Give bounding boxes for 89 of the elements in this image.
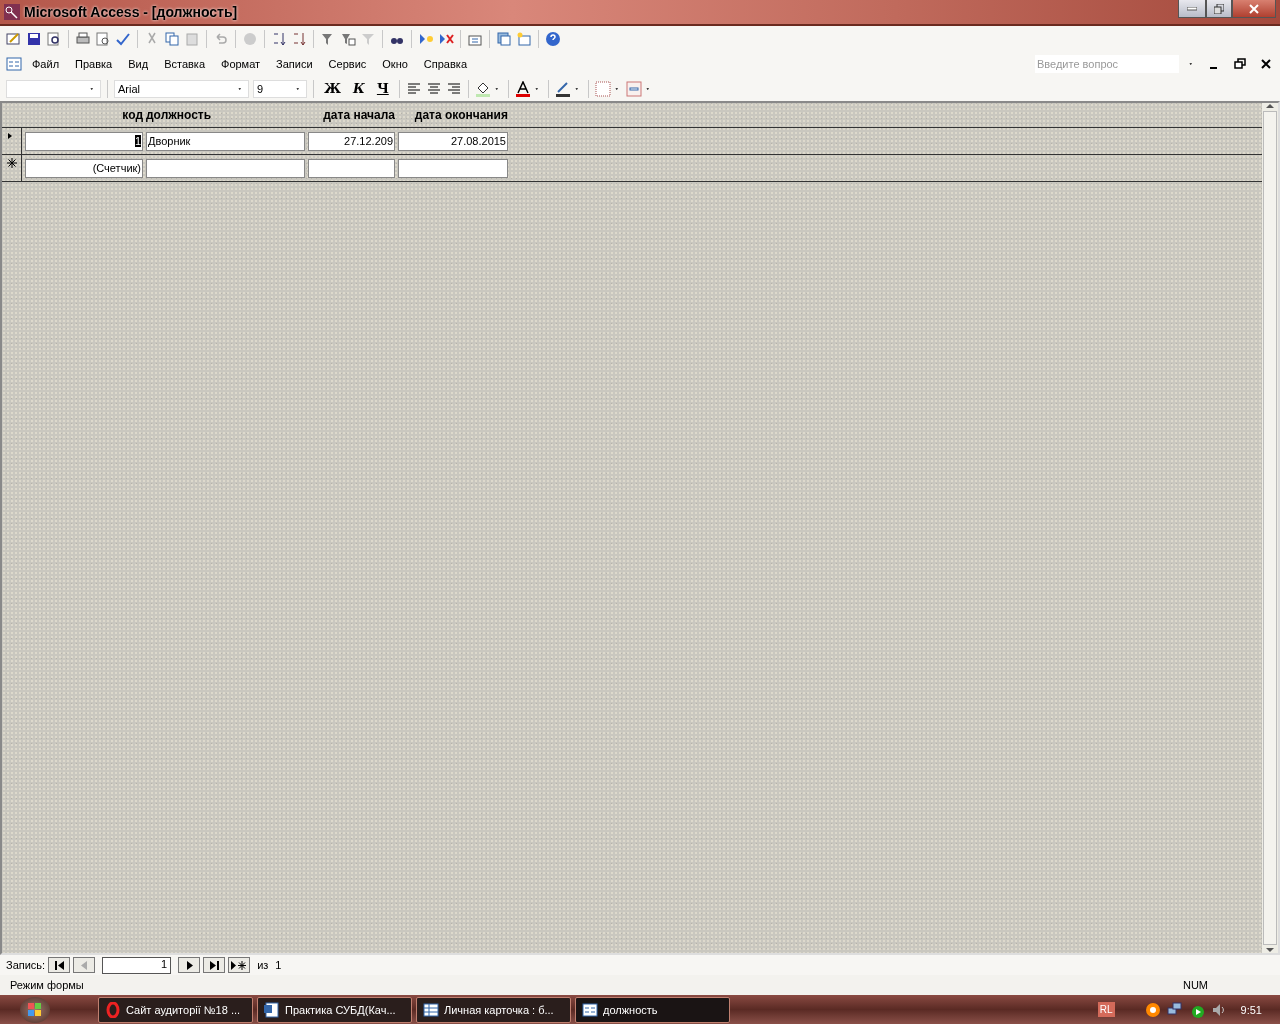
align-left-icon[interactable]: [405, 80, 422, 97]
sort-ascending-icon[interactable]: [271, 30, 287, 47]
form-icon: [582, 1001, 598, 1018]
column-label: код: [121, 108, 143, 122]
menu-item[interactable]: Вставка: [158, 55, 211, 72]
font-color-icon[interactable]: [514, 80, 531, 97]
menu-item[interactable]: Окно: [376, 55, 414, 72]
copy-icon[interactable]: [164, 30, 180, 47]
first-record-button[interactable]: [48, 957, 71, 973]
record-number-field[interactable]: 1: [102, 956, 172, 974]
num-lock-indicator: NUM: [1182, 979, 1208, 991]
previous-record-button[interactable]: [73, 957, 96, 973]
tray-circle-icon[interactable]: [1144, 1001, 1161, 1018]
new-record-button[interactable]: [228, 957, 251, 973]
last-icon: [209, 960, 219, 970]
bold-button[interactable]: Ж: [320, 81, 346, 96]
first-icon: [54, 960, 64, 970]
windows-logo-icon: [28, 1002, 42, 1017]
text-field[interactable]: 1: [25, 131, 143, 151]
vertical-scrollbar[interactable]: [1262, 103, 1278, 953]
printer-icon[interactable]: [75, 30, 91, 47]
search-icon[interactable]: [46, 30, 62, 47]
new-record-icon: [6, 158, 17, 168]
font-combo[interactable]: Arial: [114, 79, 249, 98]
start-button[interactable]: [20, 996, 50, 1023]
underline-button[interactable]: Ч: [372, 81, 393, 96]
database-window-icon[interactable]: [496, 30, 512, 47]
record-count: 1: [275, 959, 282, 971]
new-record-icon: [231, 960, 248, 970]
status-text: Режим формы: [10, 979, 84, 991]
taskbar-button[interactable]: Сайт аудиторії №18 ...: [98, 996, 253, 1023]
network-icon[interactable]: [1166, 1001, 1183, 1018]
o-letter-icon: [105, 1001, 121, 1018]
menu-item[interactable]: Правка: [69, 55, 119, 72]
taskbar-button[interactable]: Практика СУБД(Кач...: [257, 996, 412, 1023]
italic-button[interactable]: К: [349, 81, 369, 96]
key-icon: [4, 4, 20, 20]
record-label: Запись:: [6, 959, 46, 971]
column-label: должность: [146, 108, 213, 122]
restore-button[interactable]: [1206, 0, 1232, 18]
help-icon[interactable]: [545, 30, 561, 47]
fill-bucket-icon[interactable]: [474, 80, 491, 97]
new-object-icon[interactable]: [516, 30, 532, 47]
restore-icon: [1214, 3, 1224, 14]
print-preview-icon[interactable]: [95, 30, 111, 47]
font-size-combo[interactable]: 9: [253, 79, 307, 98]
previous-icon: [79, 960, 89, 970]
column-label: дата начала: [322, 108, 395, 122]
form-icon[interactable]: [6, 55, 22, 72]
text-field[interactable]: (Счетчик): [25, 158, 143, 178]
menu-item[interactable]: Вид: [122, 55, 155, 72]
taskbar-button[interactable]: должность: [575, 996, 730, 1023]
scroll-up-icon[interactable]: [1266, 103, 1274, 109]
restore-icon[interactable]: [1232, 55, 1248, 72]
text-field[interactable]: [398, 158, 508, 178]
align-right-icon[interactable]: [445, 80, 462, 97]
document-icon: [264, 1001, 280, 1018]
text-field[interactable]: [146, 158, 305, 178]
text-field[interactable]: 27.08.2015: [398, 131, 508, 151]
minimize-icon: [1187, 6, 1197, 11]
taskbar-button[interactable]: Личная карточка : б...: [416, 996, 571, 1023]
help-search-field[interactable]: Введите вопрос: [1035, 54, 1179, 73]
text-field[interactable]: Дворник: [146, 131, 305, 151]
clock-time: 9:51: [1240, 1003, 1262, 1016]
text-field[interactable]: 27.12.209: [308, 131, 395, 151]
text-field[interactable]: [308, 158, 395, 178]
border-icon[interactable]: [594, 80, 611, 97]
align-center-icon[interactable]: [425, 80, 442, 97]
table-icon: [423, 1001, 439, 1018]
menu-item[interactable]: Записи: [270, 55, 319, 72]
minimize-button[interactable]: [1178, 0, 1206, 18]
column-label: дата окончания: [413, 108, 508, 122]
of-label: из: [257, 959, 269, 971]
next-record-button[interactable]: [178, 957, 201, 973]
menu-item[interactable]: Сервис: [322, 55, 373, 72]
undo-icon[interactable]: [213, 30, 229, 47]
scroll-down-icon[interactable]: [1266, 947, 1274, 953]
close-icon: [1249, 3, 1259, 14]
menu-item[interactable]: Справка: [417, 55, 473, 72]
sort-descending-icon[interactable]: [291, 30, 307, 47]
special-effect-icon[interactable]: [625, 80, 642, 97]
line-color-icon[interactable]: [554, 80, 571, 97]
menu-item[interactable]: Файл: [26, 55, 66, 72]
last-record-button[interactable]: [203, 957, 226, 973]
close-button[interactable]: [1232, 0, 1276, 18]
menu-item[interactable]: Формат: [215, 55, 267, 72]
next-icon: [184, 960, 194, 970]
window-title: Microsoft Access - [должность]: [24, 4, 239, 20]
save-icon[interactable]: [26, 30, 42, 47]
